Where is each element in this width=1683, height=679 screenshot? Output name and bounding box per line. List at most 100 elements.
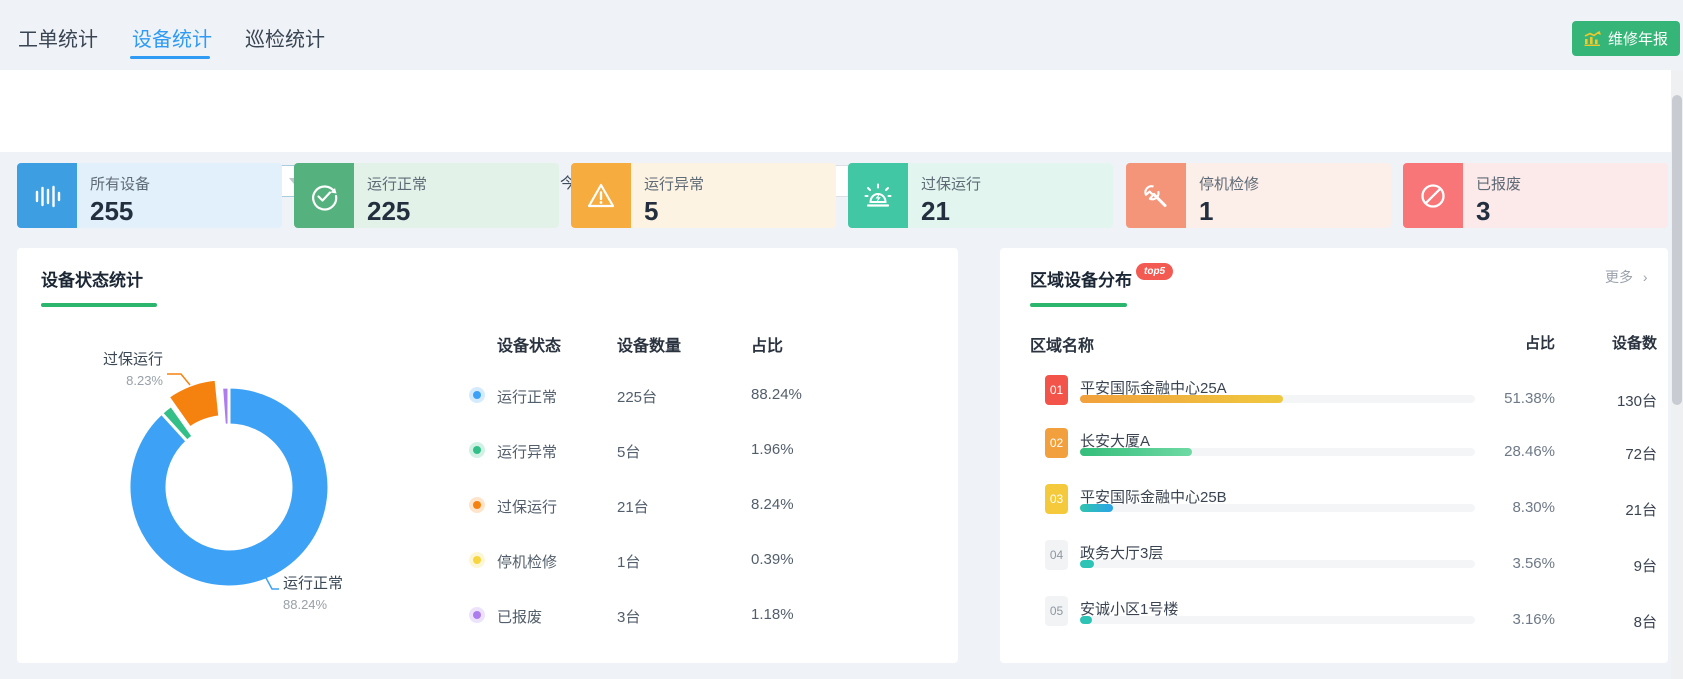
device-status-panel: 设备状态统计 过保运行 8.23% 运行正常 88.24% 设备状态 设备数量 … bbox=[17, 248, 958, 663]
legend-dot bbox=[473, 611, 481, 619]
tab-device-stats[interactable]: 设备统计 bbox=[132, 23, 212, 52]
status-cell: 已报废 bbox=[497, 606, 542, 627]
column-header-device-status: 设备状态 bbox=[497, 332, 561, 356]
stat-card-value: 225 bbox=[367, 196, 427, 227]
column-header-share: 占比 bbox=[751, 332, 783, 356]
device-count: 9台 bbox=[1560, 555, 1657, 576]
count-cell: 21台 bbox=[617, 496, 649, 517]
status-cell: 运行异常 bbox=[497, 441, 557, 462]
share-value: 8.30% bbox=[1420, 499, 1555, 516]
share-bar bbox=[1080, 560, 1475, 568]
top5-badge: top5 bbox=[1136, 263, 1173, 280]
count-cell: 225台 bbox=[617, 386, 657, 407]
device-count: 8台 bbox=[1560, 611, 1657, 632]
maintenance-annual-report-button[interactable]: 维修年报 bbox=[1572, 21, 1680, 56]
more-label: 更多 bbox=[1605, 269, 1633, 285]
column-header-device-count: 设备数量 bbox=[617, 332, 681, 356]
stat-card-out-of-warranty: 过保运行 21 bbox=[848, 163, 1113, 228]
no-entry-icon bbox=[1403, 163, 1463, 228]
share-bar bbox=[1080, 504, 1475, 512]
donut-callout-running-normal: 运行正常 88.24% bbox=[283, 572, 343, 612]
device-count: 130台 bbox=[1560, 390, 1657, 411]
title-underline bbox=[41, 303, 157, 307]
tab-work-orders[interactable]: 工单统计 bbox=[18, 23, 98, 52]
region-row: 03 平安国际金融中心25B 8.30% 21台 bbox=[1000, 484, 1668, 534]
scrollbar-thumb[interactable] bbox=[1672, 95, 1682, 405]
region-row: 02 长安大厦A 28.46% 72台 bbox=[1000, 428, 1668, 478]
callout-label: 运行正常 bbox=[283, 572, 343, 593]
rank-badge: 02 bbox=[1045, 428, 1068, 458]
stat-card-shutdown-maintenance: 停机检修 1 bbox=[1126, 163, 1391, 228]
region-row: 01 平安国际金融中心25A 51.38% 130台 bbox=[1000, 375, 1668, 425]
column-header-share: 占比 bbox=[1420, 332, 1555, 353]
rank-badge: 05 bbox=[1045, 596, 1068, 626]
share-value: 3.16% bbox=[1420, 611, 1555, 628]
check-refresh-icon bbox=[294, 163, 354, 228]
device-count: 72台 bbox=[1560, 443, 1657, 464]
status-cell: 过保运行 bbox=[497, 496, 557, 517]
count-cell: 3台 bbox=[617, 606, 640, 627]
legend-dot bbox=[473, 501, 481, 509]
tab-inspection-stats[interactable]: 巡检统计 bbox=[245, 23, 325, 52]
equalizer-bars-icon bbox=[17, 163, 77, 228]
pct-cell: 1.96% bbox=[751, 441, 794, 458]
title-underline bbox=[1030, 303, 1127, 307]
callout-leader-line bbox=[167, 374, 190, 385]
device-statistics-dashboard: 工单统计 设备统计 巡检统计 维修年报 bbox=[0, 0, 1683, 679]
stat-card-value: 5 bbox=[644, 196, 704, 227]
report-button-label: 维修年报 bbox=[1608, 28, 1668, 49]
device-status-panel-title: 设备状态统计 bbox=[41, 266, 143, 291]
rank-badge: 03 bbox=[1045, 484, 1068, 514]
callout-label: 过保运行 bbox=[63, 348, 163, 369]
donut-slice-已报废[interactable] bbox=[222, 387, 229, 425]
donut-callout-out-of-warranty: 过保运行 8.23% bbox=[63, 348, 163, 388]
pct-cell: 1.18% bbox=[751, 606, 794, 623]
legend-dot bbox=[473, 556, 481, 564]
stat-card-value: 255 bbox=[90, 196, 150, 227]
pct-cell: 0.39% bbox=[751, 551, 794, 568]
share-value: 28.46% bbox=[1420, 443, 1555, 460]
share-bar bbox=[1080, 616, 1475, 624]
warning-triangle-icon bbox=[571, 163, 631, 228]
stat-card-scrapped: 已报废 3 bbox=[1403, 163, 1668, 228]
stat-card-running-normal: 运行正常 225 bbox=[294, 163, 559, 228]
rank-badge: 01 bbox=[1045, 375, 1068, 405]
active-tab-underline bbox=[130, 56, 210, 59]
legend-dot bbox=[473, 446, 481, 454]
stat-card-label: 停机检修 bbox=[1199, 173, 1259, 194]
count-cell: 1台 bbox=[617, 551, 640, 572]
rank-badge: 04 bbox=[1045, 540, 1068, 570]
status-cell: 停机检修 bbox=[497, 551, 557, 572]
stat-card-label: 已报废 bbox=[1476, 173, 1521, 194]
column-header-region-name: 区域名称 bbox=[1030, 332, 1094, 356]
stat-card-value: 21 bbox=[921, 196, 981, 227]
stat-card-value: 3 bbox=[1476, 196, 1521, 227]
region-panel-title: 区域设备分布 bbox=[1030, 266, 1132, 291]
trend-chart-icon bbox=[1584, 31, 1601, 46]
stat-card-label: 过保运行 bbox=[921, 173, 981, 194]
filter-bar: 所有单位统计（默认） 2024年 本年 本月 本周 今天 点击选择时间范围 bbox=[0, 70, 1683, 152]
chevron-right-icon: › bbox=[1643, 269, 1648, 285]
callout-percent: 88.24% bbox=[283, 597, 343, 612]
count-cell: 5台 bbox=[617, 441, 640, 462]
more-link[interactable]: 更多 › bbox=[1605, 267, 1648, 287]
wrench-icon bbox=[1126, 163, 1186, 228]
callout-percent: 8.23% bbox=[63, 373, 163, 388]
stat-card-label: 运行正常 bbox=[367, 173, 427, 194]
stat-card-label: 所有设备 bbox=[90, 173, 150, 194]
region-row: 04 政务大厅3层 3.56% 9台 bbox=[1000, 540, 1668, 590]
share-bar bbox=[1080, 395, 1475, 403]
pct-cell: 8.24% bbox=[751, 496, 794, 513]
region-distribution-panel: 区域设备分布 top5 更多 › 区域名称 占比 设备数 01 平安国际金融中心… bbox=[1000, 248, 1668, 663]
region-row: 05 安诚小区1号楼 3.16% 8台 bbox=[1000, 596, 1668, 646]
column-header-device-count: 设备数 bbox=[1560, 332, 1657, 353]
share-bar bbox=[1080, 448, 1475, 456]
stat-card-label: 运行异常 bbox=[644, 173, 704, 194]
pct-cell: 88.24% bbox=[751, 386, 802, 403]
stat-card-running-abnormal: 运行异常 5 bbox=[571, 163, 836, 228]
device-count: 21台 bbox=[1560, 499, 1657, 520]
stat-card-value: 1 bbox=[1199, 196, 1259, 227]
alarm-siren-icon bbox=[848, 163, 908, 228]
stat-card-all-devices: 所有设备 255 bbox=[17, 163, 282, 228]
share-value: 3.56% bbox=[1420, 555, 1555, 572]
